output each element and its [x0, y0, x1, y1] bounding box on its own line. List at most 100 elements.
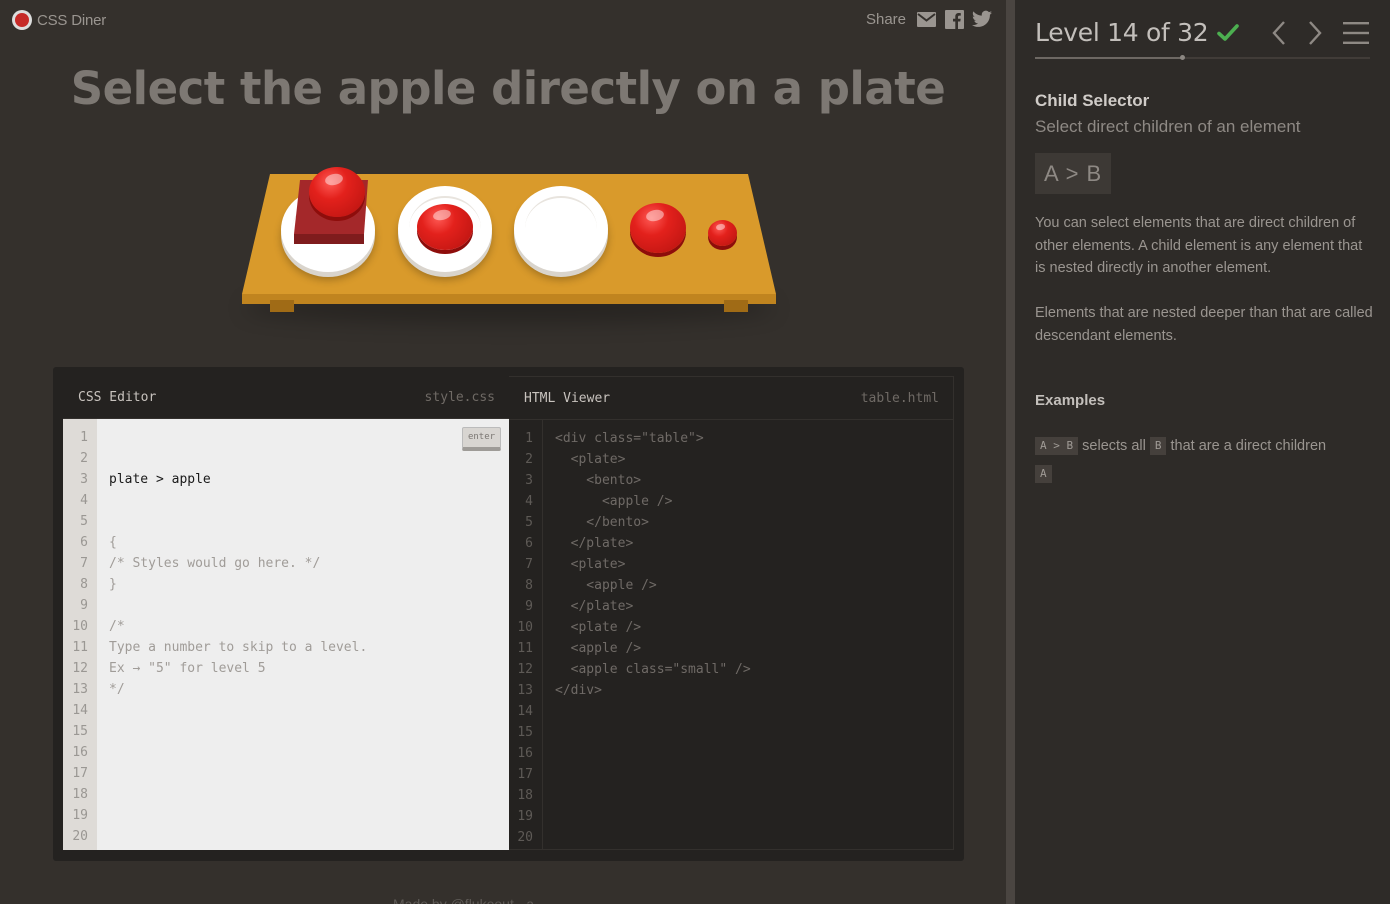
line-number: 2 — [80, 451, 88, 466]
selector-name: Child Selector — [1035, 91, 1150, 110]
css-editor-body: 1234567891011121314151617181920 {/* Styl… — [63, 419, 509, 850]
line-number: 15 — [72, 724, 88, 739]
code-line: <apple /> — [555, 641, 642, 656]
code-line: <plate> — [555, 452, 626, 467]
line-number: 18 — [72, 787, 88, 802]
css-editor-filename: style.css — [424, 389, 495, 405]
line-number: 13 — [72, 682, 88, 697]
logo[interactable]: CSS Diner — [12, 10, 106, 30]
share-label: Share — [865, 10, 906, 28]
line-number: 2 — [525, 452, 533, 467]
line-number: 7 — [525, 557, 533, 572]
line-number: 5 — [80, 514, 88, 529]
code-line: </div> — [555, 683, 602, 698]
dining-table — [236, 167, 781, 343]
line-number: 3 — [525, 473, 533, 488]
sidebar: Level 14 of 32 Child Selector Select dir… — [1015, 0, 1390, 904]
facebook-icon[interactable] — [944, 9, 964, 29]
line-number: 20 — [517, 830, 533, 845]
example: A > B selects all B that are a direct ch… — [1035, 432, 1375, 488]
apple[interactable] — [417, 204, 473, 250]
apple-small[interactable] — [708, 220, 737, 246]
line-number: 19 — [72, 808, 88, 823]
line-number: 11 — [517, 641, 533, 656]
line-number: 4 — [525, 494, 533, 509]
line-number: 12 — [72, 661, 88, 676]
line-number: 8 — [80, 577, 88, 592]
css-selector-input[interactable] — [109, 469, 429, 490]
share-bar: Share — [866, 9, 992, 29]
example-text: that are a direct children — [1170, 438, 1327, 454]
line-number: 16 — [517, 746, 533, 761]
twitter-icon[interactable] — [972, 9, 992, 29]
level-progress-knob — [1179, 55, 1185, 60]
chevron-right-icon[interactable] — [1304, 18, 1326, 48]
table-leg-right — [724, 300, 748, 312]
html-viewer-filename: table.html — [860, 390, 939, 406]
code-line: Ex → "5" for level 5 — [109, 661, 266, 676]
code-line: </bento> — [555, 515, 649, 530]
html-viewer-title: HTML Viewer — [524, 390, 611, 406]
hint-paragraph: Elements that are nested deeper than tha… — [1035, 305, 1373, 344]
level-header: Level 14 of 32 — [1035, 18, 1370, 60]
level-title: Level 14 of 32 — [1035, 18, 1209, 47]
menu-icon[interactable] — [1341, 20, 1371, 46]
code-line: { — [109, 535, 117, 550]
check-icon — [1217, 23, 1240, 41]
enter-button[interactable]: enter — [462, 427, 501, 451]
line-number: 1 — [80, 430, 88, 445]
code-line: <plate> — [555, 557, 626, 572]
level-progress-fill — [1035, 57, 1182, 59]
code-line: <div class="table"> — [555, 431, 704, 446]
code-line: </plate> — [555, 536, 634, 551]
panel-divider[interactable] — [1006, 0, 1015, 904]
code-line: <apple /> — [555, 494, 673, 509]
selector-title: Select direct children of an element — [1035, 117, 1301, 136]
code-line: <plate /> — [555, 620, 642, 635]
line-number: 14 — [72, 703, 88, 718]
apple[interactable] — [309, 167, 365, 217]
line-number: 9 — [80, 598, 88, 613]
code-line: } — [109, 577, 117, 592]
line-number: 19 — [517, 809, 533, 824]
plate[interactable] — [514, 186, 608, 272]
line-number: 4 — [80, 493, 88, 508]
line-number: 6 — [525, 536, 533, 551]
hint-paragraph: You can select elements that are direct … — [1035, 215, 1363, 276]
logo-text: CSS Diner — [37, 11, 107, 29]
line-number: 10 — [72, 619, 88, 634]
example-text: selects all — [1082, 438, 1146, 454]
example-code: A — [1035, 465, 1052, 483]
apple[interactable] — [630, 203, 686, 253]
css-input-line — [109, 469, 509, 490]
line-number: 14 — [517, 704, 533, 719]
order-title: Select the apple directly on a plate — [70, 62, 946, 115]
example-code: B — [1149, 437, 1167, 455]
line-number: 12 — [517, 662, 533, 677]
level-progress — [1035, 55, 1370, 60]
line-number: 17 — [517, 767, 533, 782]
selector-syntax: A > B — [1035, 153, 1112, 194]
code-line: <apple /> — [555, 578, 657, 593]
level-indicator[interactable]: Level 14 of 32 — [1035, 18, 1240, 47]
line-number: 3 — [80, 472, 88, 487]
css-editor: CSS Editor style.css 1 2 3 4 5 6 7 8 9 10 11 12 13 14… — [63, 376, 509, 850]
line-number: 17 — [72, 766, 88, 781]
code-line: /* Styles would go here. */ — [109, 556, 321, 571]
html-viewer-header: HTML Viewer table.html — [509, 377, 953, 420]
chevron-left-icon[interactable] — [1268, 18, 1290, 48]
code-line: /* — [109, 619, 125, 634]
code-line: */ — [109, 682, 125, 697]
footer-credit[interactable]: Made by @flukeout · a… — [393, 896, 548, 904]
line-number: 1 — [525, 431, 533, 446]
line-number: 6 — [80, 535, 88, 550]
code-line: </plate> — [555, 599, 634, 614]
email-icon[interactable] — [916, 9, 936, 29]
html-code: <div class="table"> <plate> <bento> <app… — [543, 420, 953, 849]
line-numbers: 1 2 3 4 5 6 7 8 9 10 11 12 13 14 15 16 17 18 19 20 — [63, 419, 97, 850]
line-number: 9 — [525, 599, 533, 614]
line-number: 10 — [517, 620, 533, 635]
code-line: <apple class="small" /> — [555, 662, 751, 677]
line-number: 13 — [517, 683, 533, 698]
